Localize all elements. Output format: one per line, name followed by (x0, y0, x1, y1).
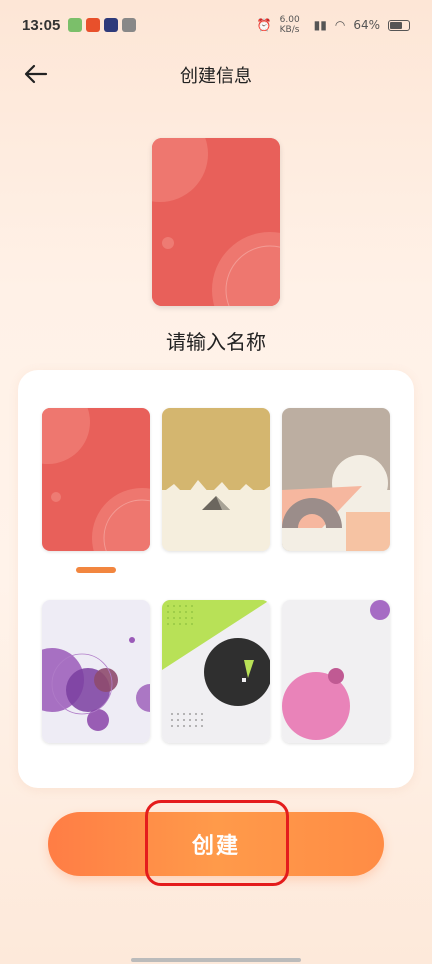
alarm-icon: ⏰ (256, 18, 272, 32)
page-title: 创建信息 (180, 66, 252, 87)
signal-icon: ▮▮ (313, 18, 327, 32)
cover-option-purple[interactable] (42, 600, 150, 743)
cover-option-gold[interactable] (162, 408, 270, 551)
name-input-prompt[interactable]: 请输入名称 (0, 326, 432, 355)
home-indicator (131, 958, 301, 962)
battery-text: 64% (353, 18, 380, 32)
cover-option-red[interactable] (42, 408, 150, 551)
status-time: 13:05 (22, 16, 61, 34)
create-button[interactable]: 创建 (48, 812, 384, 876)
cover-preview-art (152, 138, 280, 306)
header: 创建信息 (0, 52, 432, 96)
wifi-icon: ◠ (334, 18, 346, 32)
status-right: ⏰ 6.00 KB/s ▮▮ ◠ 64% (257, 15, 410, 35)
app-gray-icon (122, 18, 137, 32)
app-red-icon (86, 18, 101, 32)
status-app-icons (68, 18, 137, 32)
cover-option-taupe[interactable] (282, 408, 390, 551)
app-leaf-icon (68, 18, 83, 32)
cover-preview (152, 138, 280, 306)
create-button-label: 创建 (191, 834, 240, 859)
status-bar: 13:05 ⏰ 6.00 KB/s ▮▮ ◠ 64% (0, 0, 432, 50)
app-play-icon (104, 18, 119, 32)
network-speed: 6.00 KB/s (279, 15, 300, 35)
cover-option-pink[interactable] (282, 600, 390, 743)
selected-cover-indicator (76, 567, 116, 573)
battery-icon (388, 19, 410, 31)
cover-option-green[interactable] (162, 600, 270, 743)
